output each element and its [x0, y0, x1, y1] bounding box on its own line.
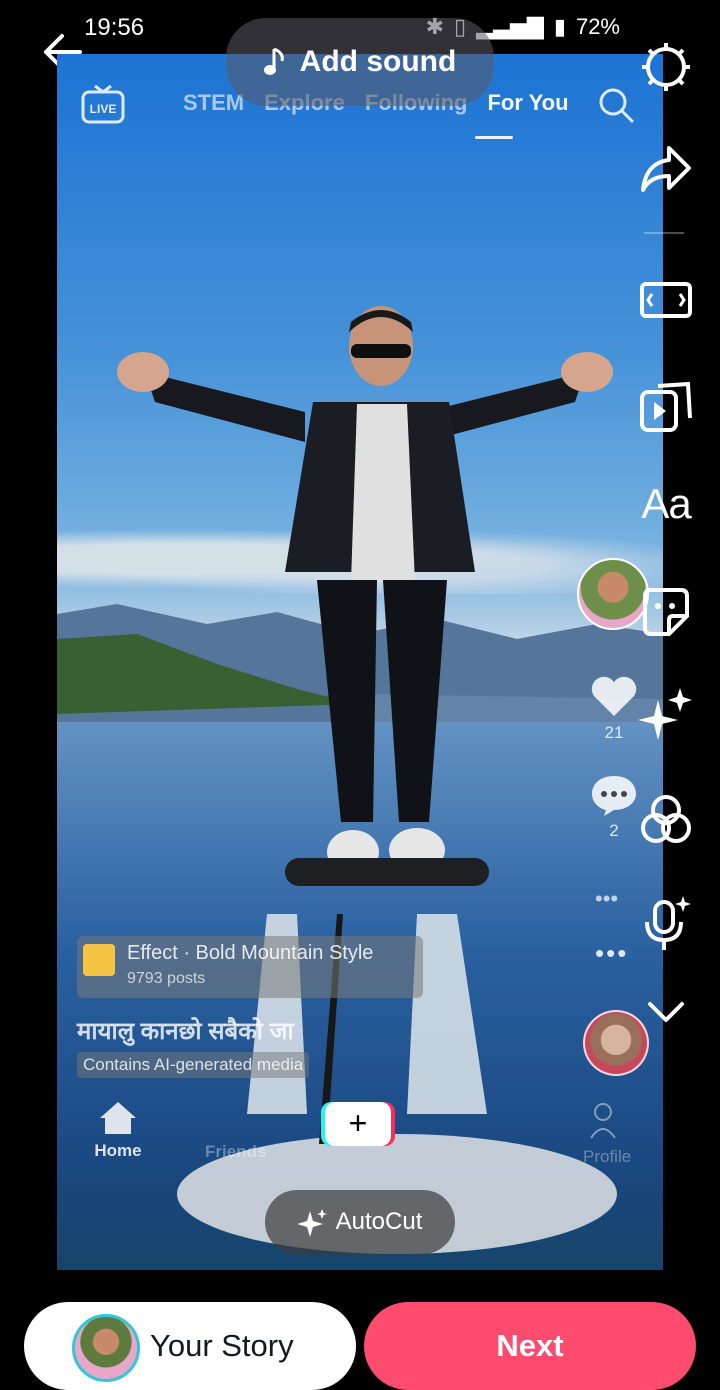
next-button[interactable]: Next — [364, 1302, 696, 1390]
expand-tools-button[interactable] — [630, 998, 702, 1028]
share-button[interactable] — [630, 144, 702, 194]
tab-for-you[interactable]: For You — [487, 90, 568, 116]
autocut-button[interactable]: AutoCut — [265, 1190, 455, 1254]
avatar — [72, 1314, 140, 1382]
more-options-icon[interactable]: ••• — [595, 938, 628, 969]
nav-friends[interactable]: Friends — [205, 1142, 266, 1162]
sparkles-icon — [638, 688, 692, 740]
sparkle-icon — [297, 1209, 327, 1237]
battery-icon: ▮ — [553, 14, 566, 39]
nav-home[interactable]: Home — [91, 1100, 145, 1161]
settings-button[interactable] — [630, 40, 702, 94]
add-sound-label: Add sound — [299, 45, 457, 78]
home-icon — [100, 1102, 136, 1134]
active-tab-indicator — [475, 136, 513, 139]
templates-button[interactable] — [630, 380, 702, 436]
your-story-label: Your Story — [150, 1328, 294, 1363]
text-tool-icon: Aa — [641, 480, 691, 527]
filters-button[interactable] — [630, 792, 702, 848]
status-time: 19:56 — [84, 14, 145, 41]
preview-overlay — [57, 54, 663, 1270]
edit-tools: Aa — [630, 36, 702, 1056]
voiceover-button[interactable] — [630, 894, 702, 954]
video-caption: मायालु कानछो सबैको जा — [77, 1018, 294, 1045]
your-story-button[interactable]: Your Story — [24, 1302, 356, 1390]
battery-level: 72% — [575, 14, 620, 39]
video-preview[interactable]: LIVE STEM Explore Following For You 21 2… — [57, 54, 663, 1270]
effect-title: Effect · Bold Mountain Style — [127, 942, 374, 964]
effect-tag[interactable]: Effect · Bold Mountain Style 9793 posts — [77, 936, 423, 998]
nav-profile-label: Profile — [583, 1147, 632, 1166]
nav-home-label: Home — [94, 1141, 142, 1160]
profile-icon — [590, 1103, 616, 1139]
next-label: Next — [496, 1328, 564, 1363]
tool-separator — [644, 232, 684, 234]
effect-icon — [83, 944, 115, 976]
crop-button[interactable] — [630, 278, 702, 322]
crop-icon — [640, 282, 692, 318]
gear-icon — [642, 43, 690, 91]
live-icon[interactable]: LIVE — [81, 84, 125, 128]
autocut-label: AutoCut — [335, 1208, 423, 1235]
chevron-down-icon — [648, 1002, 684, 1022]
plus-icon: + — [348, 1105, 368, 1141]
microphone-icon — [645, 896, 691, 950]
music-note-icon — [263, 47, 284, 75]
filters-icon — [641, 795, 691, 843]
add-sound-button[interactable]: Add sound — [226, 18, 494, 106]
text-button[interactable]: Aa — [630, 480, 702, 528]
ai-generated-label: Contains AI-generated media — [77, 1052, 310, 1078]
create-button[interactable]: + — [325, 1102, 391, 1146]
svg-text:LIVE: LIVE — [90, 102, 117, 116]
effects-button[interactable] — [630, 686, 702, 746]
bookmark-icon[interactable]: ••• — [595, 886, 618, 912]
video-templates-icon — [640, 381, 692, 432]
sticker-button[interactable] — [630, 586, 702, 640]
sticker-icon — [643, 588, 689, 636]
nav-profile[interactable]: Profile — [583, 1102, 632, 1167]
tab-stem[interactable]: STEM — [183, 90, 244, 116]
effect-post-count: 9793 posts — [127, 970, 206, 987]
share-arrow-icon — [641, 146, 691, 192]
bottom-nav: Home Friends + Profile — [57, 1094, 663, 1174]
